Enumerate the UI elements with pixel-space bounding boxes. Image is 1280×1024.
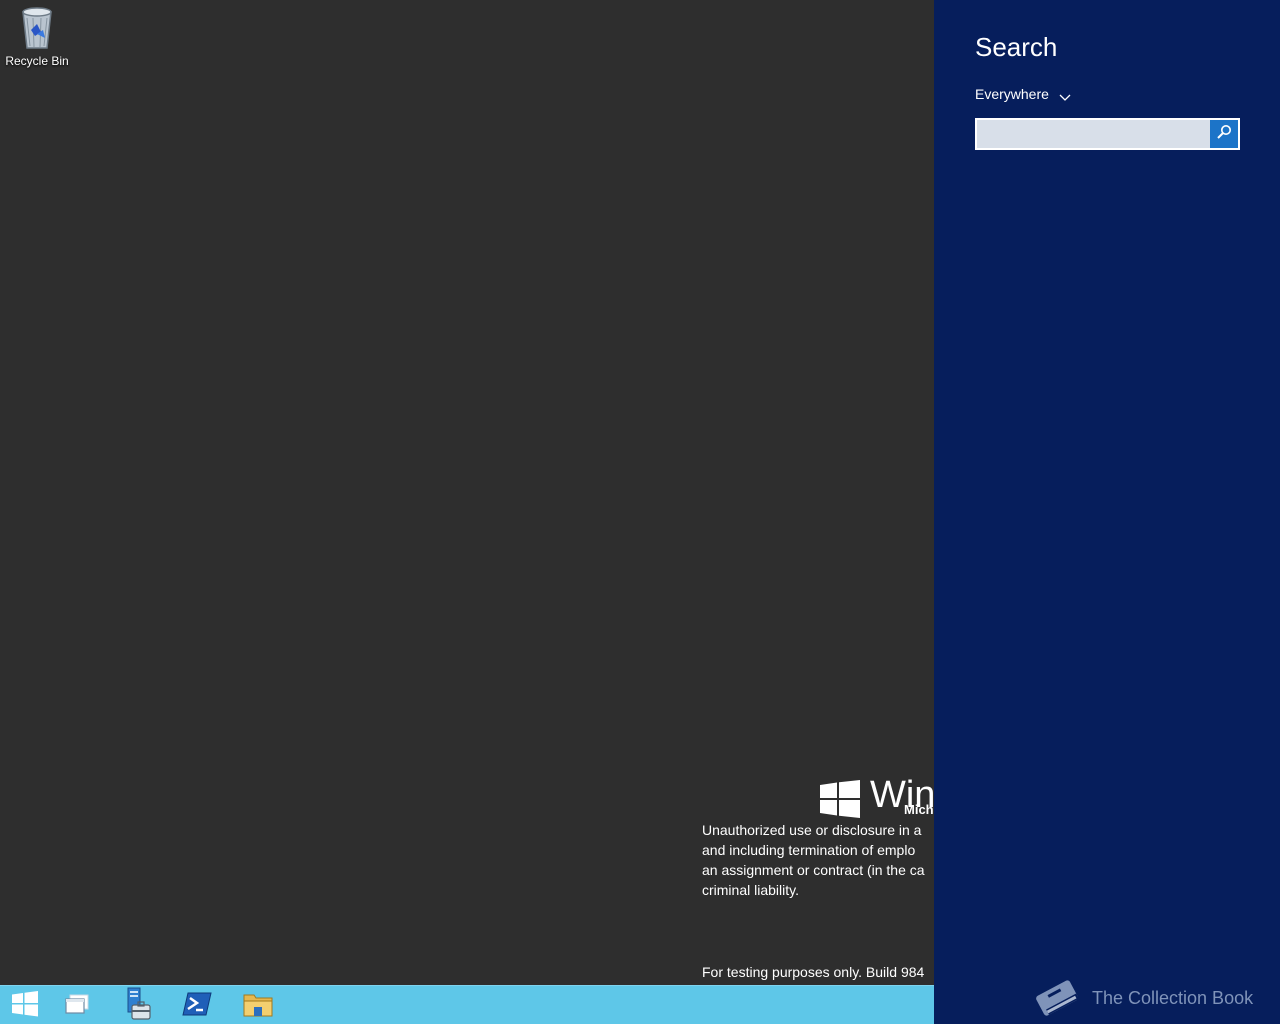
windows-branding: Winc Mich bbox=[818, 774, 934, 826]
recycle-bin-icon bbox=[15, 4, 59, 52]
desktop: Recycle Bin Winc Mich Unauthorized use o… bbox=[0, 0, 934, 985]
legal-line: criminal liability. bbox=[702, 882, 799, 898]
legal-line: and including termination of emplo bbox=[702, 842, 916, 858]
search-scope-dropdown[interactable]: Everywhere bbox=[975, 86, 1071, 102]
branding-subtitle: Mich bbox=[904, 802, 934, 817]
search-scope-label: Everywhere bbox=[975, 86, 1049, 102]
desktop-icon-recycle-bin[interactable]: Recycle Bin bbox=[2, 4, 72, 76]
windows-logo-icon bbox=[820, 780, 860, 823]
legal-line: Unauthorized use or disclosure in a bbox=[702, 822, 922, 838]
search-charm-title: Search bbox=[975, 32, 1058, 62]
search-box bbox=[975, 118, 1240, 150]
recycle-bin-label: Recycle Bin bbox=[5, 54, 69, 68]
legal-notice: Unauthorized use or disclosure in a and … bbox=[702, 820, 925, 900]
legal-line: an assignment or contract (in the ca bbox=[702, 862, 925, 878]
search-icon bbox=[1216, 124, 1232, 145]
build-info: For testing purposes only. Build 984 bbox=[702, 964, 925, 980]
powershell-button[interactable] bbox=[172, 988, 222, 1024]
chevron-down-icon bbox=[1059, 89, 1071, 101]
file-explorer-button[interactable] bbox=[233, 988, 283, 1024]
server-manager-icon bbox=[118, 987, 152, 1024]
windows-start-icon bbox=[12, 990, 38, 1022]
search-submit-button[interactable] bbox=[1210, 120, 1238, 148]
watermark-text: The Collection Book bbox=[1092, 987, 1254, 1008]
book-icon bbox=[1030, 975, 1084, 1021]
server-manager-button[interactable] bbox=[110, 987, 160, 1024]
collection-book-watermark: The Collection Book bbox=[1030, 975, 1253, 1021]
powershell-icon bbox=[182, 991, 212, 1022]
file-explorer-icon bbox=[243, 990, 273, 1023]
search-charm-panel: Search Everywhere The Collection Book bbox=[934, 0, 1280, 1024]
taskbar bbox=[0, 985, 934, 1024]
start-button[interactable] bbox=[0, 988, 50, 1024]
search-input[interactable] bbox=[977, 120, 1210, 148]
taskbar-desktop-button[interactable] bbox=[52, 988, 102, 1024]
desktop-windows-icon bbox=[64, 993, 90, 1020]
